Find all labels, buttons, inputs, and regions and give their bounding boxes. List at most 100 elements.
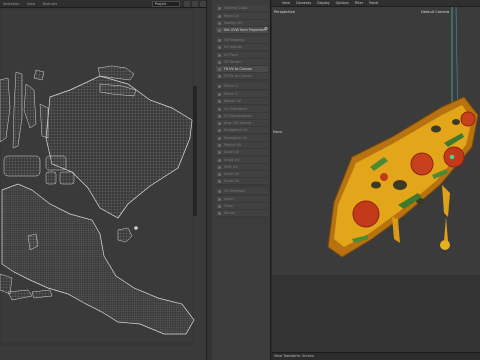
tool-item[interactable]: Fit UV to Canvas	[216, 66, 268, 73]
tool-item-label: UV Mapping	[224, 38, 245, 42]
uv-toolbar-icon-1[interactable]	[184, 1, 190, 7]
pizza-cheese	[334, 105, 472, 247]
tool-item-label: UV Selection	[224, 189, 246, 193]
tool-item[interactable]: Straighten UV	[216, 127, 268, 134]
perspective-label[interactable]: Perspective	[274, 10, 295, 14]
tool-item[interactable]: Mirror V	[216, 91, 268, 98]
tool-item-icon	[218, 14, 222, 18]
olive-2	[371, 181, 381, 189]
tool-item-icon	[218, 165, 222, 169]
tool-item-icon	[218, 6, 222, 10]
3d-viewport[interactable]: Perspective Default Camera Move	[272, 7, 480, 352]
tool-item-icon	[218, 121, 222, 125]
viewport-menu-cameras[interactable]: Cameras	[296, 1, 311, 5]
tool-item[interactable]: Grow	[216, 203, 268, 210]
tool-item-icon	[218, 38, 222, 42]
uv-canvas[interactable]	[0, 8, 207, 360]
tool-item[interactable]: UV Manipulation	[216, 113, 268, 120]
tool-item[interactable]: Invert	[216, 196, 268, 203]
tool-item[interactable]: Scale UV	[216, 171, 268, 178]
viewport-menu-options[interactable]: Options	[336, 1, 349, 5]
tool-item-label: Set UVW from Projection	[224, 28, 266, 32]
uv-island-rect-2	[45, 155, 67, 171]
projection-dropdown[interactable]: Project	[152, 1, 180, 7]
projection-dropdown-value: Project	[155, 2, 167, 6]
uv-island-bottom-3	[31, 289, 53, 299]
viewport-menubar: View Cameras Display Options Filter Pane…	[272, 0, 480, 7]
uv-menu-textures[interactable]: Textures	[42, 2, 57, 6]
pizza-model[interactable]	[272, 7, 480, 352]
tool-item-icon	[218, 28, 222, 32]
uv-menu-selection[interactable]: Selection	[3, 2, 20, 6]
uv-island-bottom-1	[0, 273, 13, 295]
tool-item-label: UV Pack	[224, 53, 238, 57]
tool-item-label: Grow	[224, 204, 233, 208]
tool-item-icon	[218, 21, 222, 25]
tool-item-label: Mirror U	[224, 84, 238, 88]
uv-toolbar-icon-2[interactable]	[192, 1, 198, 7]
tool-item-label: Project UV	[224, 143, 242, 147]
tool-item-label: UV Transform	[224, 107, 247, 111]
cheese-drip-2	[392, 217, 400, 243]
tool-item-icon	[218, 84, 222, 88]
tool-item[interactable]: Normalize UV	[216, 135, 268, 142]
app-window: Selection View Textures Project Optimal …	[0, 0, 480, 360]
tool-item[interactable]: Relax UV	[216, 13, 268, 20]
tool-item[interactable]: Shrink	[216, 210, 268, 217]
tool-item-label: Scale UV	[224, 179, 240, 183]
tool-item-icon	[218, 197, 222, 201]
tool-item[interactable]: UV Transform	[216, 106, 268, 113]
view-transform-status: View Transform: Screen	[274, 354, 314, 358]
uv-island-large	[45, 75, 193, 219]
tool-item-icon	[218, 107, 222, 111]
tool-item-icon	[218, 143, 222, 147]
uv-island-right-small	[117, 227, 133, 243]
tool-item-label: Shift UV	[224, 165, 238, 169]
uv-menu-view[interactable]: View	[27, 2, 36, 6]
tool-item[interactable]: Project UV	[216, 142, 268, 149]
cheese-drip-1	[442, 185, 450, 217]
tool-item-label: Straighten UV	[224, 128, 248, 132]
tool-item[interactable]: Rotate UV	[216, 98, 268, 105]
gear-icon[interactable]: ⚙	[264, 27, 268, 32]
tool-item-label: Angle UV	[224, 158, 240, 162]
tool-item-icon	[218, 114, 222, 118]
tool-item-icon	[218, 99, 222, 103]
tool-item-label: Rotate UV	[224, 99, 241, 103]
uv-tools-panel: Optimal Cubic Relax UV Realign UV Set UVW f…	[207, 0, 271, 360]
tool-item-icon	[218, 136, 222, 140]
tool-item[interactable]: Fit UV to Canvas	[216, 73, 268, 80]
viewport-menu-filter[interactable]: Filter	[355, 1, 363, 5]
tool-item[interactable]: UV Mapping	[216, 37, 268, 44]
tool-item[interactable]: Angle UV	[216, 157, 268, 164]
pepperoni-2	[410, 152, 434, 176]
tool-item[interactable]: UV Pack	[216, 52, 268, 59]
tool-item[interactable]: Mirror U	[216, 83, 268, 90]
uv-island-lower	[1, 183, 195, 335]
pepperoni-1	[352, 200, 380, 228]
pepperoni-4	[460, 111, 476, 127]
tool-item[interactable]: UV Selection	[216, 188, 268, 195]
tool-item-icon	[218, 60, 222, 64]
uv-toolbar-icon-3[interactable]	[200, 1, 206, 7]
uv-vertical-scrollbar[interactable]	[193, 86, 197, 216]
tool-item-icon	[218, 67, 222, 71]
viewport-menu-view[interactable]: View	[282, 1, 290, 5]
uv-editor-menubar: Selection View Textures Project	[0, 0, 206, 8]
tool-item[interactable]: Optimal Cubic	[216, 5, 268, 12]
transform-gizmo	[449, 154, 455, 160]
tool-item[interactable]: Scale UV	[216, 149, 268, 156]
tool-item[interactable]: Set UVW from Projection	[216, 27, 268, 34]
tool-item[interactable]: UV Terrain	[216, 59, 268, 66]
camera-label[interactable]: Default Camera	[421, 10, 449, 14]
uv-island-rect-4	[59, 171, 75, 185]
tool-item[interactable]: Scale UV	[216, 178, 268, 185]
tool-item-label: Scale UV	[224, 150, 240, 154]
tool-item-label: Relax UV	[224, 14, 240, 18]
viewport-menu-panel[interactable]: Panel	[369, 1, 378, 5]
tool-item[interactable]: Shift UV	[216, 164, 268, 171]
tool-item[interactable]: Align UV Islands	[216, 120, 268, 127]
tool-item[interactable]: Realign UV	[216, 20, 268, 27]
viewport-menu-display[interactable]: Display	[317, 1, 330, 5]
tool-item[interactable]: UV Islands	[216, 44, 268, 51]
